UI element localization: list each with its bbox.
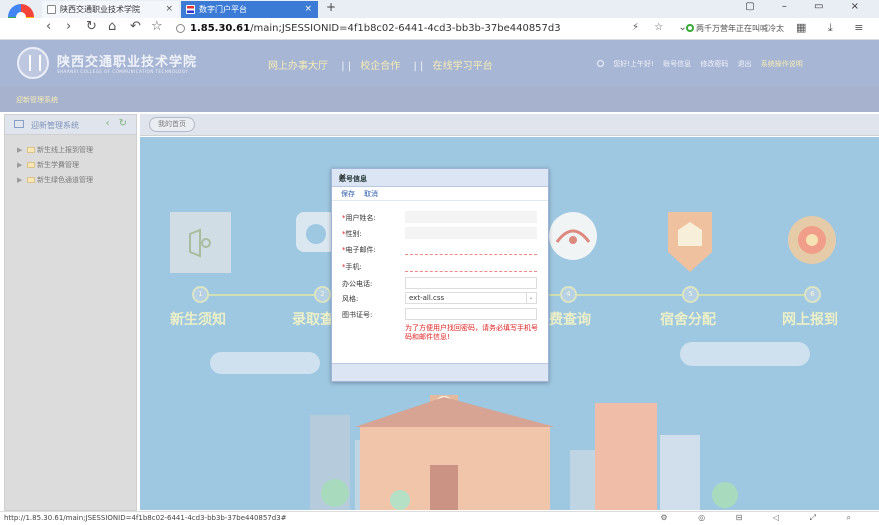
style-select[interactable]: ext-all.css ⌄	[405, 292, 537, 304]
back-button[interactable]: ‹	[46, 19, 51, 34]
window-controls[interactable]: ▢ – ▭ ×	[745, 1, 871, 12]
news-ticker[interactable]: 两千万营年正在叫喊冷太	[686, 23, 790, 34]
address-tools[interactable]: ⚡ ☆ ⌄	[632, 22, 693, 33]
reload-button[interactable]: ↻	[86, 19, 97, 34]
favorites-button[interactable]: ☆	[151, 19, 163, 34]
site-info-icon[interactable]	[176, 24, 185, 33]
page-icon	[47, 5, 56, 14]
style-value: ext-all.css	[409, 294, 445, 302]
browser-tab-bar: 陕西交通职业技术学院 × 数字门户平台 × + ▢ – ▭ ×	[0, 0, 879, 18]
cancel-button[interactable]: 取消	[364, 189, 378, 199]
browser-tab-college[interactable]: 陕西交通职业技术学院 ×	[42, 1, 179, 18]
office-phone-field[interactable]	[405, 277, 537, 289]
forward-button[interactable]: ›	[66, 19, 71, 34]
tab-title: 陕西交通职业技术学院	[60, 5, 140, 14]
field-label: *性别:	[342, 230, 362, 238]
close-icon[interactable]: ×	[339, 172, 541, 182]
dialog-footer	[332, 363, 548, 381]
field-label: 图书证号:	[342, 311, 373, 319]
save-button[interactable]: 保存	[341, 189, 355, 199]
undo-close-button[interactable]: ↶	[130, 19, 141, 34]
name-field[interactable]	[405, 211, 537, 223]
field-label: 办公电话:	[342, 280, 373, 288]
form-row-gender: *性别:	[332, 227, 548, 241]
form-row-office-phone: 办公电话:	[332, 277, 548, 291]
flag-icon	[186, 5, 195, 14]
form-row-library-card: 图书证号:	[332, 308, 548, 322]
browser-tab-portal[interactable]: 数字门户平台 ×	[181, 1, 318, 18]
field-label: *电子邮件:	[342, 246, 376, 254]
form-row-name: *用户姓名:	[332, 211, 548, 225]
home-button[interactable]: ⌂	[108, 19, 116, 34]
status-bar: http://1.85.30.61/main;JSESSIONID=4f1b8c…	[0, 511, 879, 525]
chevron-down-icon[interactable]: ⌄	[526, 293, 535, 303]
news-text: 两千万营年正在叫喊冷太	[696, 24, 784, 33]
gender-field[interactable]	[405, 227, 537, 239]
url-host: 1.85.30.61	[190, 23, 251, 34]
close-icon[interactable]: ×	[304, 1, 312, 18]
address-bar: ‹ › ↻ ⌂ ↶ ☆ 1.85.30.61/main;JSESSIONID=4…	[0, 18, 879, 40]
form-row-email: *电子邮件:	[332, 243, 548, 257]
field-label: *用户姓名:	[342, 214, 376, 222]
form-row-mobile: *手机:	[332, 260, 548, 274]
form-row-style: 风格: ext-all.css ⌄	[332, 292, 548, 306]
url-input[interactable]: 1.85.30.61/main;JSESSIONID=4f1b8c02-6441…	[176, 21, 654, 37]
dialog-toolbar: 保存 取消	[332, 187, 548, 201]
field-label: *手机:	[342, 263, 362, 271]
status-url: http://1.85.30.61/main;JSESSIONID=4f1b8c…	[4, 514, 287, 522]
dialog-title-bar[interactable]: 账号信息 ×	[332, 169, 548, 187]
news-icon	[686, 24, 694, 32]
email-field[interactable]	[405, 243, 537, 255]
tab-title: 数字门户平台	[199, 5, 247, 14]
mobile-field[interactable]	[405, 260, 537, 272]
browser-tools[interactable]: ▦ ⤓ ≡	[796, 21, 872, 35]
status-tools[interactable]: ⚙ ◎ ⊟ ◁ ⤢ ⌕	[660, 513, 865, 523]
library-card-field[interactable]	[405, 308, 537, 320]
account-info-dialog: 账号信息 × 保存 取消 *用户姓名: *性别: *电子邮件: *手机: 办公电…	[331, 168, 549, 382]
warning-text: 为了方便用户找回密码，请务必填写手机号码和邮件信息!	[405, 324, 538, 341]
field-label: 风格:	[342, 295, 359, 303]
close-icon[interactable]: ×	[165, 1, 173, 18]
url-path: /main;JSESSIONID=4f1b8c02-6441-4cd3-bb3b…	[250, 23, 561, 34]
new-tab-button[interactable]: +	[326, 0, 336, 14]
